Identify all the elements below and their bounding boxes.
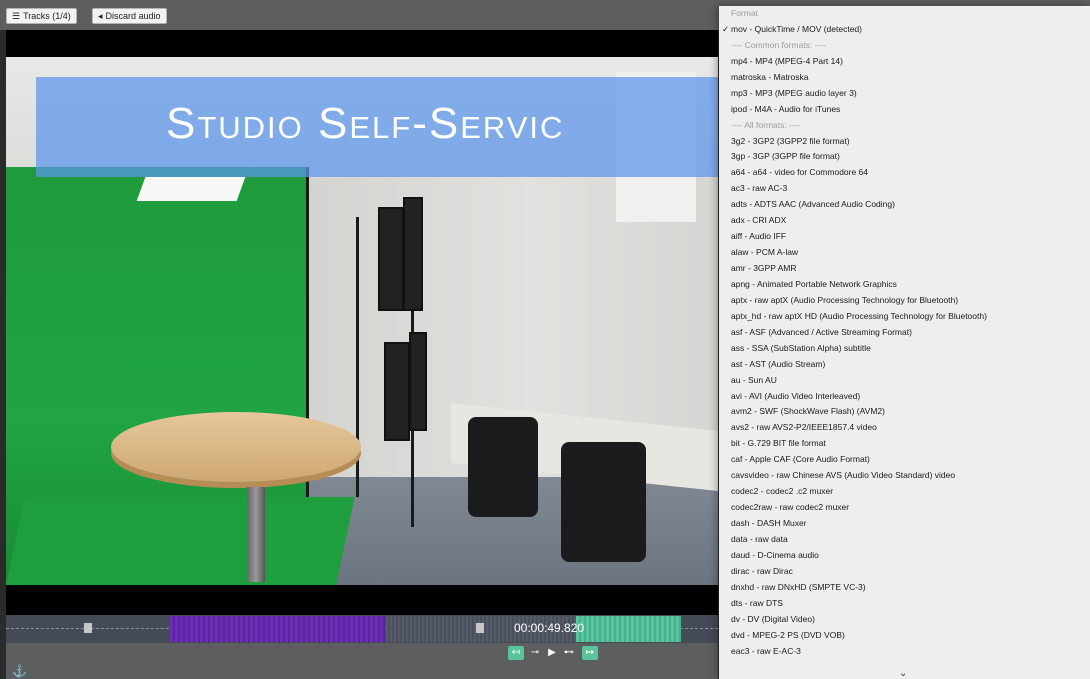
trim-start-icon[interactable]: ↤ <box>508 646 524 660</box>
format-option[interactable]: aptx_hd - raw aptX HD (Audio Processing … <box>719 309 1090 325</box>
table-leg <box>247 487 265 582</box>
format-option[interactable]: avs2 - raw AVS2-P2/IEEE1857.4 video <box>719 420 1090 436</box>
format-option[interactable]: adx - CRI ADX <box>719 213 1090 229</box>
led-panel <box>378 207 404 311</box>
common-formats-header: ---- Common formats: ---- <box>731 39 826 50</box>
trim-segment[interactable] <box>576 616 681 642</box>
chair <box>561 442 646 562</box>
trim-end-icon[interactable]: ↦ <box>582 646 598 660</box>
format-option[interactable]: dvd - MPEG-2 PS (DVD VOB) <box>719 628 1090 644</box>
set-in-point-icon[interactable]: ⊸ <box>528 646 542 660</box>
format-option-label: mov - QuickTime / MOV (detected) <box>731 23 862 34</box>
format-option[interactable]: ast - AST (Audio Stream) <box>719 357 1090 373</box>
tracks-button[interactable]: ☰ Tracks (1/4) <box>6 8 77 24</box>
selected-segment[interactable] <box>170 616 385 642</box>
format-option[interactable]: ac3 - raw AC-3 <box>719 181 1090 197</box>
format-option[interactable]: adts - ADTS AAC (Advanced Audio Coding) <box>719 197 1090 213</box>
anchor-icon[interactable]: ⚓ <box>12 664 27 678</box>
video-player[interactable]: Studio Self-Servic <box>6 57 718 585</box>
format-option[interactable]: amr - 3GPP AMR <box>719 261 1090 277</box>
format-option[interactable]: codec2 - codec2 .c2 muxer <box>719 484 1090 500</box>
format-option[interactable]: eac3 - raw E-AC-3 <box>719 644 1090 660</box>
hamburger-menu-icon: ☰ <box>12 11 21 21</box>
format-option[interactable]: 3gp - 3GP (3GPP file format) <box>719 149 1090 165</box>
format-option[interactable]: a64 - a64 - video for Commodore 64 <box>719 165 1090 181</box>
playhead-handle[interactable] <box>476 623 484 633</box>
format-option[interactable]: avi - AVI (Audio Video Interleaved) <box>719 389 1090 405</box>
discard-audio-label: Discard audio <box>105 11 161 21</box>
round-table <box>111 412 361 482</box>
led-panel <box>384 342 410 441</box>
tracks-button-label: Tracks (1/4) <box>23 11 71 21</box>
speaker-icon: ◂ <box>98 11 103 21</box>
format-option[interactable]: data - raw data <box>719 532 1090 548</box>
format-option[interactable]: aptx - raw aptX (Audio Processing Techno… <box>719 293 1090 309</box>
format-option[interactable]: bit - G.729 BIT file format <box>719 436 1090 452</box>
format-option[interactable]: cavsvideo - raw Chinese AVS (Audio Video… <box>719 468 1090 484</box>
set-out-point-icon[interactable]: ⊷ <box>562 646 576 660</box>
format-option[interactable]: matroska - Matroska <box>719 70 1090 86</box>
common-formats-list: mp4 - MP4 (MPEG-4 Part 14) matroska - Mat… <box>719 54 1090 118</box>
format-option[interactable]: daud - D-Cinema audio <box>719 548 1090 564</box>
timeline-handle[interactable] <box>84 623 92 633</box>
timeline[interactable]: 00:00:49.820 <box>6 615 718 643</box>
format-option[interactable]: dirac - raw Dirac <box>719 564 1090 580</box>
format-option[interactable]: dnxhd - raw DNxHD (SMPTE VC-3) <box>719 580 1090 596</box>
format-option[interactable]: 3g2 - 3GP2 (3GPP2 file format) <box>719 134 1090 150</box>
format-option[interactable]: alaw - PCM A-law <box>719 245 1090 261</box>
format-option[interactable]: caf - Apple CAF (Core Audio Format) <box>719 452 1090 468</box>
format-option[interactable]: au - Sun AU <box>719 373 1090 389</box>
all-formats-header: ---- All formats: ---- <box>731 119 801 130</box>
led-panel <box>403 197 423 311</box>
format-option-selected[interactable]: ✓ mov - QuickTime / MOV (detected) <box>719 22 1090 38</box>
format-option[interactable]: ass - SSA (SubStation Alpha) subtitle <box>719 341 1090 357</box>
banner-title: Studio Self-Servic <box>166 99 565 148</box>
format-option[interactable]: aiff - Audio IFF <box>719 229 1090 245</box>
format-option[interactable]: dash - DASH Muxer <box>719 516 1090 532</box>
format-option[interactable]: asf - ASF (Advanced / Active Streaming F… <box>719 325 1090 341</box>
timecode: 00:00:49.820 <box>514 621 585 635</box>
scroll-down-icon[interactable]: ⌄ <box>899 668 907 679</box>
format-option[interactable]: avm2 - SWF (ShockWave Flash) (AVM2) <box>719 404 1090 420</box>
play-icon[interactable]: ▶ <box>546 646 558 660</box>
green-screen-floor <box>6 497 355 585</box>
format-option[interactable]: apng - Animated Portable Network Graphic… <box>719 277 1090 293</box>
playback-controls: ↤ ⊸ ▶ ⊷ ↦ <box>6 643 718 679</box>
format-option[interactable]: mp3 - MP3 (MPEG audio layer 3) <box>719 86 1090 102</box>
ceiling-light <box>136 177 246 201</box>
all-formats-list: 3g2 - 3GP2 (3GPP2 file format) 3gp - 3GP … <box>719 134 1090 660</box>
format-dropdown[interactable]: Format ✓ mov - QuickTime / MOV (detected)… <box>719 6 1090 679</box>
format-menu-title: Format <box>731 8 758 18</box>
led-panel <box>409 332 427 431</box>
format-option[interactable]: dts - raw DTS <box>719 596 1090 612</box>
checkmark-icon: ✓ <box>722 23 730 34</box>
format-option[interactable]: codec2raw - raw codec2 muxer <box>719 500 1090 516</box>
chair <box>468 417 538 517</box>
format-option[interactable]: ipod - M4A - Audio for iTunes <box>719 102 1090 118</box>
format-option[interactable]: dv - DV (Digital Video) <box>719 612 1090 628</box>
discard-audio-button[interactable]: ◂ Discard audio <box>92 8 167 24</box>
format-option[interactable]: mp4 - MP4 (MPEG-4 Part 14) <box>719 54 1090 70</box>
